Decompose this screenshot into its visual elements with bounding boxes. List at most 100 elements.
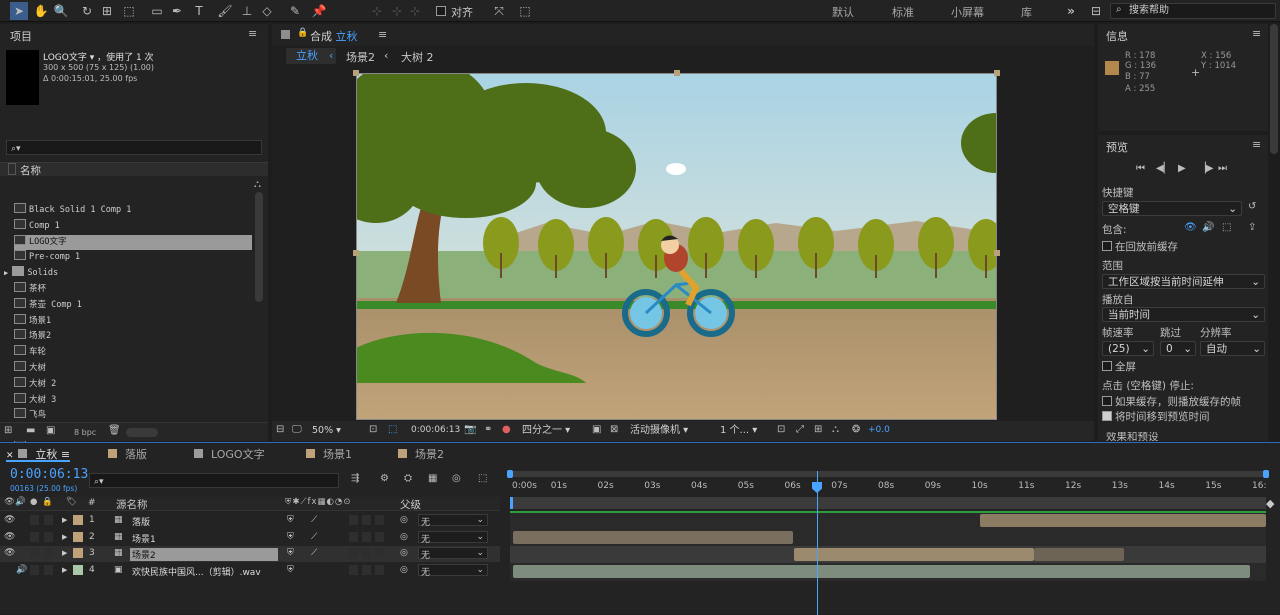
solo-switch-icon[interactable]: ●: [30, 497, 37, 507]
switch-box[interactable]: [375, 531, 384, 542]
export-icon[interactable]: ⇪: [1248, 222, 1256, 233]
column-parent[interactable]: 父级: [400, 497, 421, 512]
search-help-input[interactable]: 搜索帮助: [1110, 3, 1276, 19]
parent-select[interactable]: 无 ⌄: [418, 547, 488, 561]
include-video-icon[interactable]: 👁: [1184, 222, 1197, 233]
last-frame-icon[interactable]: ⏭: [1218, 163, 1227, 174]
mask-visibility-icon[interactable]: ⬚: [388, 424, 397, 435]
resolution-select[interactable]: 四分之一 ▾: [522, 423, 586, 438]
switch-box[interactable]: [349, 548, 358, 558]
project-column-header[interactable]: 名称: [0, 162, 268, 177]
bit-depth[interactable]: 8 bpc: [74, 428, 96, 437]
region-of-interest-icon[interactable]: ▣: [592, 424, 601, 435]
view-axis-icon[interactable]: ⊹: [406, 2, 424, 20]
project-item[interactable]: LOGO文字: [14, 234, 252, 250]
layer-name[interactable]: 落版: [132, 515, 150, 528]
color-channel-icon[interactable]: ●: [502, 424, 511, 435]
cache-before-option[interactable]: 在回放前缓存: [1102, 239, 1178, 254]
audio-toggle-icon[interactable]: 🔊: [16, 565, 27, 575]
switch-box[interactable]: [362, 564, 371, 575]
type-tool-icon[interactable]: T: [190, 2, 208, 20]
interpret-footage-icon[interactable]: ⊞: [4, 425, 12, 436]
world-axis-icon[interactable]: ⊹: [388, 2, 406, 20]
pick-whip-icon[interactable]: ◎: [400, 565, 408, 575]
camera-orbit-icon[interactable]: ⊞: [98, 2, 116, 20]
layer-bar-2[interactable]: [513, 531, 793, 544]
project-item[interactable]: 茶杯: [14, 282, 252, 297]
motion-blur-icon[interactable]: ◎: [452, 473, 461, 484]
breadcrumb-item-2[interactable]: 大树 2: [401, 49, 434, 65]
panel-menu-icon[interactable]: ≡: [248, 27, 257, 40]
timeline-tab[interactable]: 场景1: [304, 446, 352, 462]
layer-row[interactable]: 👁 ▶ 3 ▦ 场景2 ⛨ ⟋ ◎ 无 ⌄: [0, 546, 500, 562]
timeline-search-input[interactable]: ⌕▾: [89, 473, 339, 488]
workspace-small-screen[interactable]: 小屏幕: [951, 4, 984, 20]
timeline-tab[interactable]: 落版: [106, 446, 147, 462]
panel-menu-icon[interactable]: ≡: [1252, 138, 1261, 151]
solo-box[interactable]: [30, 548, 39, 558]
shy-layers-icon[interactable]: ⛭: [404, 473, 412, 484]
navigator-end-handle[interactable]: [1263, 470, 1269, 478]
switch-box[interactable]: [349, 531, 358, 542]
layer-bar-3[interactable]: [794, 548, 1034, 561]
layer-label-color[interactable]: [73, 531, 83, 542]
brush-tool-icon[interactable]: 🖌: [216, 2, 234, 20]
column-source-name[interactable]: 源名称: [116, 497, 148, 512]
hand-tool-icon[interactable]: ✋: [32, 2, 50, 20]
comp-mini-flowchart-icon[interactable]: ⇶: [351, 473, 359, 484]
lock-icon[interactable]: 🔒: [297, 28, 308, 38]
parent-select[interactable]: 无 ⌄: [418, 514, 488, 528]
eraser-tool-icon[interactable]: ◇: [258, 2, 276, 20]
quality-switch-icon[interactable]: ⟋: [311, 515, 317, 525]
project-item[interactable]: 茶壶 Comp 1: [14, 297, 252, 313]
expand-arrow-icon[interactable]: ▶: [62, 516, 67, 524]
expand-arrow-icon[interactable]: ▶: [4, 269, 12, 277]
timeline-tab[interactable]: ✕ 立秋 ≡: [6, 446, 71, 462]
rectangle-tool-icon[interactable]: ▭: [148, 2, 166, 20]
video-visibility-icon[interactable]: 👁: [4, 548, 15, 558]
graph-editor-icon[interactable]: ⬚: [478, 473, 487, 484]
switch-box[interactable]: [375, 564, 384, 575]
solo-box[interactable]: [30, 531, 39, 542]
always-preview-icon[interactable]: ⊟: [276, 424, 284, 435]
workspace-menu-icon[interactable]: ⊟: [1087, 2, 1105, 20]
layer-bar-3-tail[interactable]: [1034, 548, 1124, 561]
workspace-library[interactable]: 库: [1021, 4, 1032, 20]
transform-handle[interactable]: [353, 70, 359, 76]
lock-box[interactable]: [44, 548, 53, 558]
comp-tab[interactable]: 合成 立秋: [310, 28, 358, 44]
panel-menu-icon[interactable]: ≡: [1252, 27, 1261, 40]
close-tab-icon[interactable]: ✕: [6, 451, 16, 461]
expand-arrow-icon[interactable]: ▶: [62, 566, 67, 574]
parent-select[interactable]: 无 ⌄: [418, 530, 488, 545]
project-item[interactable]: Comp 1: [14, 218, 252, 234]
switch-box[interactable]: [362, 548, 371, 558]
tab-menu-icon[interactable]: ≡: [57, 448, 70, 461]
res-select[interactable]: 自动 ⌄: [1200, 341, 1265, 356]
draft-3d-icon[interactable]: ⚙: [380, 473, 389, 484]
first-frame-icon[interactable]: ⏮: [1136, 163, 1145, 174]
zoom-slider-icon[interactable]: ◆: [1266, 497, 1276, 511]
timeline-icon[interactable]: ⊞: [814, 424, 822, 435]
pick-whip-icon[interactable]: ◎: [400, 515, 408, 525]
next-frame-icon[interactable]: ▕▶: [1198, 163, 1213, 174]
layer-bar-1[interactable]: [980, 514, 1266, 527]
rotate-tool-icon[interactable]: ↻: [78, 2, 96, 20]
include-overlays-icon[interactable]: ⬚: [1222, 222, 1231, 233]
project-search-input[interactable]: ⌕▾: [6, 140, 262, 155]
layer-label-color[interactable]: [73, 515, 83, 525]
project-item[interactable]: 场景2: [14, 329, 252, 344]
play-icon[interactable]: ▶: [1178, 163, 1186, 174]
frame-blending-icon[interactable]: ▦: [428, 473, 437, 484]
work-area-bar[interactable]: [510, 497, 1266, 509]
switch-box[interactable]: [349, 515, 358, 525]
zoom-tool-icon[interactable]: 🔍: [52, 2, 70, 20]
project-item[interactable]: ▶ Solids: [4, 266, 242, 281]
exposure-value[interactable]: +0.0: [868, 425, 890, 435]
pick-whip-icon[interactable]: ◎: [400, 532, 408, 542]
project-item[interactable]: 大树: [14, 361, 252, 376]
move-time-option[interactable]: 将时间移到预览时间: [1102, 409, 1210, 424]
new-folder-icon[interactable]: ▬: [26, 425, 35, 436]
video-visibility-icon[interactable]: 👁: [4, 515, 15, 525]
play-from-select[interactable]: 当前时间 ⌄: [1102, 307, 1265, 322]
